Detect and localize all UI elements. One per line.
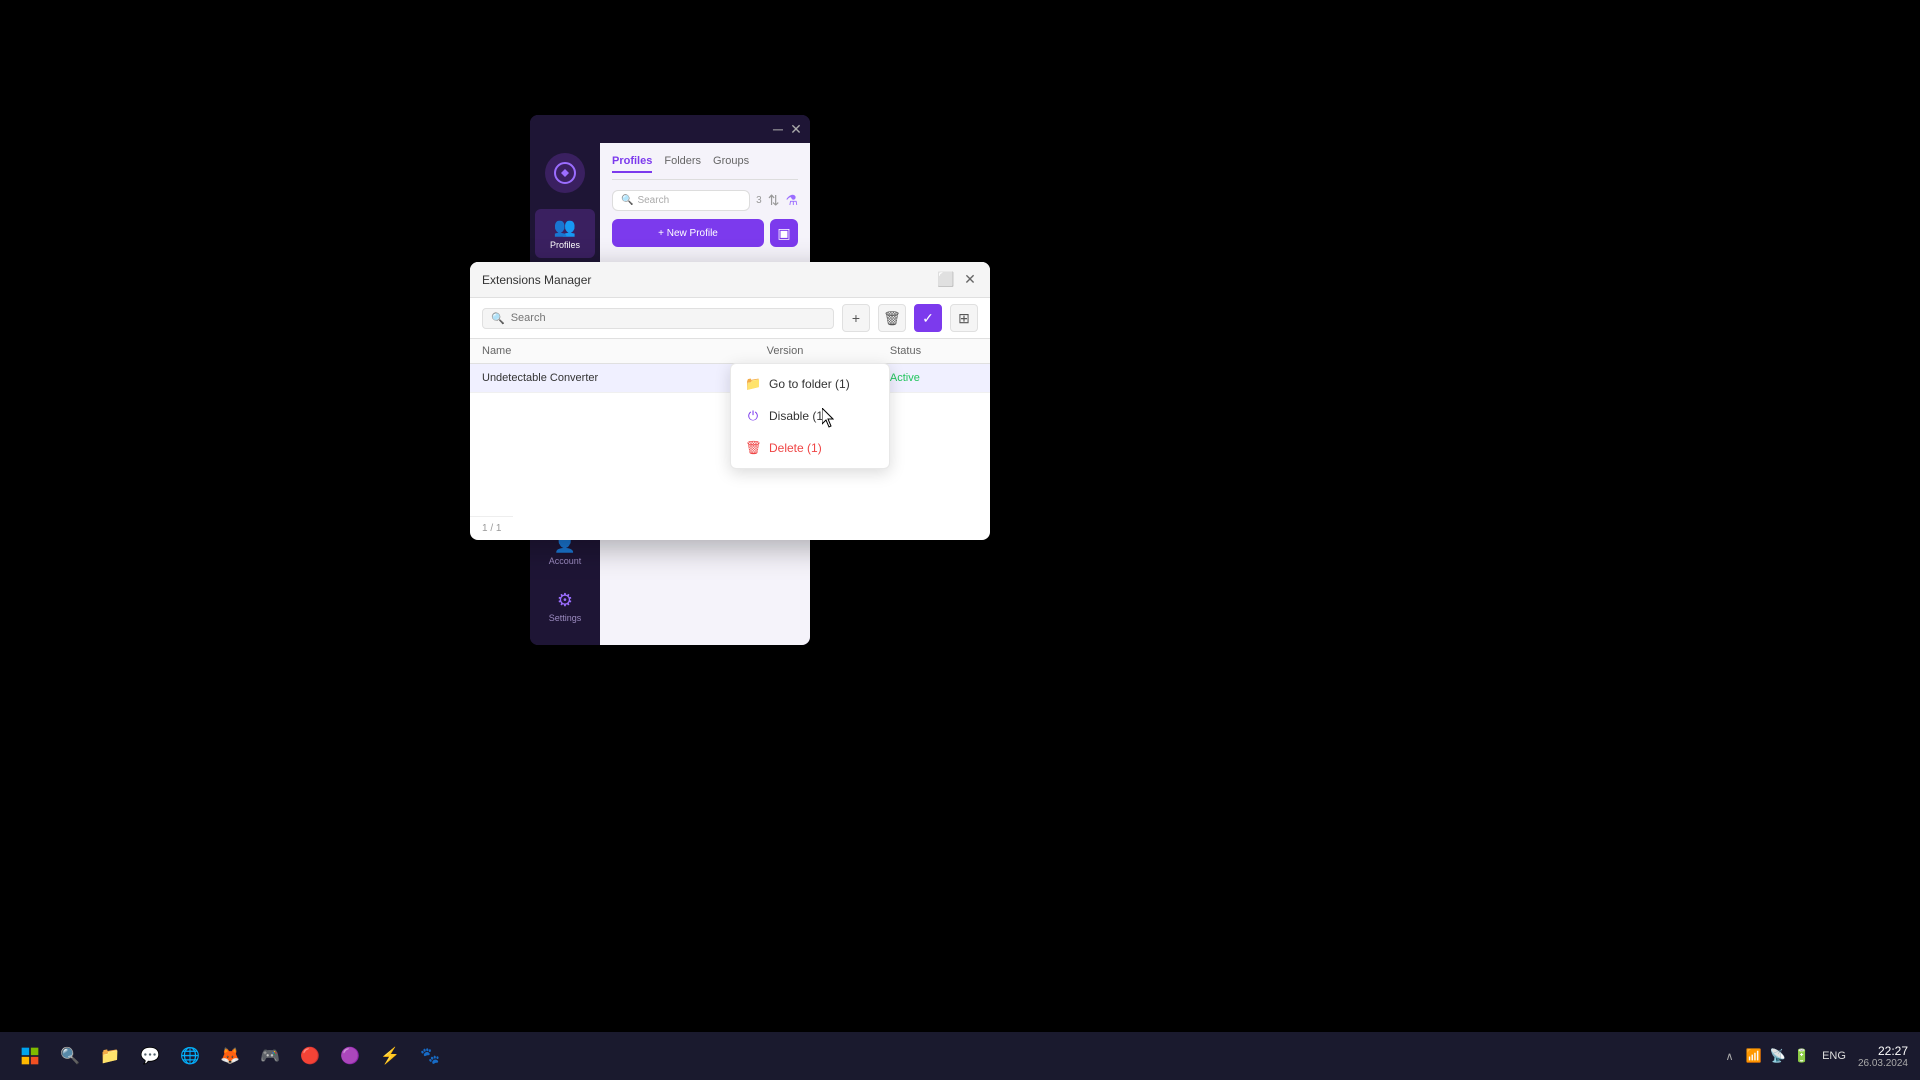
bg-close-btn[interactable]: ✕ bbox=[790, 123, 802, 135]
folder-icon: 📁 bbox=[745, 376, 761, 392]
bg-minimize-btn[interactable]: ─ bbox=[772, 123, 784, 135]
col-version: Version bbox=[755, 339, 878, 364]
ext-search-input[interactable] bbox=[511, 312, 825, 324]
bg-search-count: 3 bbox=[756, 195, 762, 206]
context-menu-delete-label: Delete (1) bbox=[769, 441, 822, 455]
bg-search-row: 🔍 Search 3 ⇅ ⚗ bbox=[612, 190, 798, 211]
bg-tabs: Profiles Folders Groups bbox=[612, 155, 798, 180]
context-menu-disable-label: Disable (1) bbox=[769, 409, 827, 423]
taskbar-time-display: 22:27 bbox=[1858, 1044, 1908, 1058]
bg-extra-btn[interactable]: ▣ bbox=[770, 219, 798, 247]
row-status: Active bbox=[878, 364, 990, 393]
ext-add-btn[interactable]: + bbox=[842, 304, 870, 332]
new-profile-button[interactable]: + New Profile bbox=[612, 219, 764, 247]
network-icon[interactable]: 📶 bbox=[1746, 1048, 1762, 1064]
bg-search-placeholder: Search bbox=[637, 195, 669, 206]
bg-sort-icon[interactable]: ⇅ bbox=[768, 192, 780, 209]
profiles-icon: 👥 bbox=[554, 217, 576, 238]
taskbar-paw-icon[interactable]: 🐾 bbox=[412, 1038, 448, 1074]
taskbar-sys-icons: 📶 📡 🔋 bbox=[1746, 1048, 1811, 1064]
ext-toolbar: 🔍 + 🗑 ✓ ⊞ bbox=[470, 298, 990, 339]
ext-check-btn[interactable]: ✓ bbox=[914, 304, 942, 332]
taskbar-red-icon[interactable]: 🔴 bbox=[292, 1038, 328, 1074]
ext-footer: 1 / 1 bbox=[470, 516, 513, 540]
ext-table-header: Name Version Status bbox=[470, 339, 990, 364]
sidebar-account-label: Account bbox=[549, 556, 582, 566]
tab-profiles[interactable]: Profiles bbox=[612, 155, 652, 173]
context-menu-delete[interactable]: 🗑 Delete (1) bbox=[731, 432, 889, 464]
taskbar-chrome-icon[interactable]: 🌐 bbox=[172, 1038, 208, 1074]
bg-app-titlebar: ─ ✕ bbox=[530, 115, 810, 143]
taskbar-language[interactable]: ENG bbox=[1822, 1050, 1846, 1062]
ext-search-box[interactable]: 🔍 bbox=[482, 308, 834, 329]
context-menu: 📁 Go to folder (1) ⏻ Disable (1) 🗑 Delet… bbox=[730, 363, 890, 469]
taskbar-lightning-icon[interactable]: ⚡ bbox=[372, 1038, 408, 1074]
ext-search-icon: 🔍 bbox=[491, 312, 505, 325]
sidebar-item-settings[interactable]: ⚙ Settings bbox=[535, 582, 595, 631]
tab-groups[interactable]: Groups bbox=[713, 155, 749, 173]
trash-icon: 🗑 bbox=[745, 440, 761, 456]
ext-grid-btn[interactable]: ⊞ bbox=[950, 304, 978, 332]
bg-filter-icon[interactable]: ⚗ bbox=[785, 192, 798, 209]
tab-folders[interactable]: Folders bbox=[664, 155, 701, 173]
ext-maximize-btn[interactable]: ⬜ bbox=[938, 272, 954, 288]
context-menu-go-to-folder[interactable]: 📁 Go to folder (1) bbox=[731, 368, 889, 400]
sidebar-settings-label: Settings bbox=[549, 613, 582, 623]
ext-title: Extensions Manager bbox=[482, 273, 591, 287]
taskbar-firefox-icon[interactable]: 🦊 bbox=[212, 1038, 248, 1074]
taskbar-right: ∧ 📶 📡 🔋 ENG 22:27 26.03.2024 bbox=[1725, 1044, 1908, 1069]
taskbar-icon-group: 🔍 📁 💬 🌐 🦊 🎮 🔴 🟣 ⚡ 🐾 bbox=[52, 1038, 448, 1074]
taskbar-chat-icon[interactable]: 💬 bbox=[132, 1038, 168, 1074]
taskbar-clock: 22:27 26.03.2024 bbox=[1858, 1044, 1908, 1069]
battery-icon[interactable]: 🔋 bbox=[1794, 1048, 1810, 1064]
start-button[interactable] bbox=[12, 1038, 48, 1074]
taskbar-chevron-icon[interactable]: ∧ bbox=[1725, 1050, 1733, 1063]
ext-titlebar: Extensions Manager ⬜ ✕ bbox=[470, 262, 990, 298]
ext-close-btn[interactable]: ✕ bbox=[962, 272, 978, 288]
ext-titlebar-buttons: ⬜ ✕ bbox=[938, 272, 978, 288]
toggle-icon: ⏻ bbox=[745, 408, 761, 424]
wifi-icon[interactable]: 📡 bbox=[1770, 1048, 1786, 1064]
col-status: Status bbox=[878, 339, 990, 364]
sidebar-profiles-label: Profiles bbox=[550, 240, 580, 250]
taskbar-search-icon[interactable]: 🔍 bbox=[52, 1038, 88, 1074]
row-name: Undetectable Converter bbox=[470, 364, 755, 393]
taskbar-date-display: 26.03.2024 bbox=[1858, 1058, 1908, 1069]
taskbar: 🔍 📁 💬 🌐 🦊 🎮 🔴 🟣 ⚡ 🐾 ∧ 📶 📡 🔋 ENG 22:27 26… bbox=[0, 1032, 1920, 1080]
bg-new-profile-row: + New Profile ▣ bbox=[612, 219, 798, 247]
settings-icon: ⚙ bbox=[557, 590, 573, 611]
ext-delete-btn[interactable]: 🗑 bbox=[878, 304, 906, 332]
context-menu-go-to-folder-label: Go to folder (1) bbox=[769, 377, 850, 391]
taskbar-explorer-icon[interactable]: 📁 bbox=[92, 1038, 128, 1074]
taskbar-purple-icon[interactable]: 🟣 bbox=[332, 1038, 368, 1074]
bg-search-box[interactable]: 🔍 Search bbox=[612, 190, 750, 211]
sidebar-item-profiles[interactable]: 👥 Profiles bbox=[535, 209, 595, 258]
context-menu-disable[interactable]: ⏻ Disable (1) bbox=[731, 400, 889, 432]
col-name: Name bbox=[470, 339, 755, 364]
taskbar-game-icon[interactable]: 🎮 bbox=[252, 1038, 288, 1074]
bg-logo bbox=[545, 153, 585, 193]
